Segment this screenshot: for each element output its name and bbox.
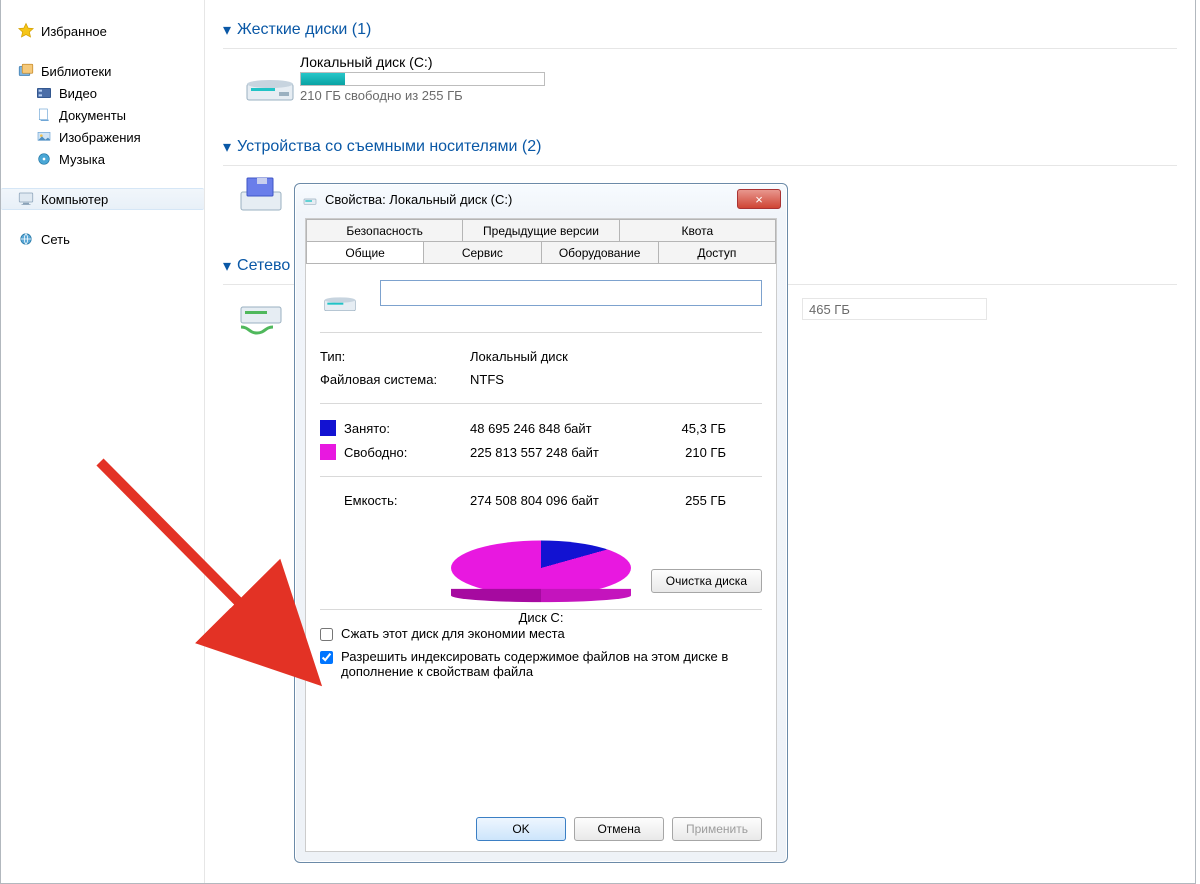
value-gb: 45,3 ГБ [646, 421, 726, 436]
music-icon [35, 150, 53, 168]
ghost-size: 465 ГБ [809, 302, 850, 317]
disk-name-input[interactable] [380, 280, 762, 306]
section-removable[interactable]: ▾ Устройства со съемными носителями (2) [223, 137, 1177, 157]
sidebar-documents[interactable]: Документы [1, 104, 204, 126]
sidebar-label: Компьютер [41, 192, 108, 207]
sidebar-network[interactable]: Сеть [1, 228, 204, 250]
checkbox-compress-row: Сжать этот диск для экономии места [320, 622, 762, 645]
documents-icon [35, 106, 53, 124]
separator [320, 476, 762, 477]
label: Занято: [344, 421, 470, 436]
tabs-container: Безопасность Предыдущие версии Квота Общ… [305, 218, 777, 852]
tab-security[interactable]: Безопасность [306, 219, 463, 241]
pie-label: Диск C: [519, 610, 564, 625]
row-capacity: Емкость: 274 508 804 096 байт 255 ГБ [320, 489, 762, 512]
computer-icon [17, 190, 35, 208]
compress-checkbox[interactable] [320, 628, 333, 641]
kv-type: Тип: Локальный диск [320, 345, 762, 368]
section-title: Устройства со съемными носителями (2) [237, 138, 541, 156]
tab-general-pane: Тип: Локальный диск Файловая система: NT… [306, 263, 776, 851]
sidebar-label: Библиотеки [41, 64, 111, 79]
sidebar-favorites[interactable]: Избранное [1, 20, 204, 42]
label: Файловая система: [320, 372, 470, 387]
tab-row-front: Общие Сервис Оборудование Доступ [306, 241, 776, 263]
tab-access[interactable]: Доступ [659, 241, 776, 263]
properties-dialog: Свойства: Локальный диск (C:) × Безопасн… [294, 183, 788, 863]
label: Свободно: [344, 445, 470, 460]
separator [320, 403, 762, 404]
navigation-sidebar: Избранное Библиотеки Видео Документы [1, 0, 205, 883]
section-hdd[interactable]: ▾ Жесткие диски (1) [223, 20, 1177, 40]
divider [223, 165, 1177, 166]
collapse-icon: ▾ [223, 20, 231, 40]
drive-free-text: 210 ГБ свободно из 255 ГБ [300, 88, 586, 103]
tab-hardware[interactable]: Оборудование [542, 241, 659, 263]
dialog-actions: OK Отмена Применить [476, 817, 762, 841]
video-icon [35, 84, 53, 102]
checkbox-label: Сжать этот диск для экономии места [341, 626, 565, 641]
checkbox-label: Разрешить индексировать содержимое файло… [341, 649, 762, 679]
disk-cleanup-button[interactable]: Очистка диска [651, 569, 762, 593]
tab-service[interactable]: Сервис [424, 241, 541, 263]
close-icon: × [755, 192, 763, 207]
checkbox-index-row: Разрешить индексировать содержимое файло… [320, 645, 762, 683]
sidebar-video[interactable]: Видео [1, 82, 204, 104]
ok-button[interactable]: OK [476, 817, 566, 841]
section-title: Жесткие диски (1) [237, 21, 371, 39]
hdd-icon [320, 280, 360, 320]
value-bytes: 274 508 804 096 байт [470, 493, 646, 508]
close-button[interactable]: × [737, 189, 781, 209]
tab-row-back: Безопасность Предыдущие версии Квота [306, 219, 776, 241]
partial-size-cell: 465 ГБ [802, 298, 987, 320]
label: Тип: [320, 349, 470, 364]
sidebar-label: Изображения [59, 130, 141, 145]
drive-name: Локальный диск (C:) [300, 54, 586, 70]
images-icon [35, 128, 53, 146]
value: Локальный диск [470, 349, 568, 364]
collapse-icon: ▾ [223, 137, 231, 157]
value-gb: 255 ГБ [646, 493, 726, 508]
sidebar-images[interactable]: Изображения [1, 126, 204, 148]
apply-button[interactable]: Применить [672, 817, 762, 841]
separator [320, 332, 762, 333]
used-swatch [320, 420, 336, 436]
sidebar-music[interactable]: Музыка [1, 148, 204, 170]
hdd-icon [301, 190, 319, 208]
star-icon [17, 22, 35, 40]
sidebar-computer[interactable]: Компьютер [1, 188, 204, 210]
index-checkbox[interactable] [320, 651, 333, 664]
cancel-button[interactable]: Отмена [574, 817, 664, 841]
value-bytes: 225 813 557 248 байт [470, 445, 646, 460]
dialog-title: Свойства: Локальный диск (C:) [325, 192, 737, 207]
collapse-icon: ▾ [223, 256, 231, 276]
hdd-icon [240, 54, 300, 114]
floppy-icon [235, 172, 287, 216]
sidebar-label: Видео [59, 86, 97, 101]
tab-quota[interactable]: Квота [620, 219, 776, 241]
libraries-icon [17, 62, 35, 80]
drive-tile-c[interactable]: Локальный диск (C:) 210 ГБ свободно из 2… [235, 49, 591, 119]
value-bytes: 48 695 246 848 байт [470, 421, 646, 436]
kv-filesystem: Файловая система: NTFS [320, 368, 762, 391]
sidebar-label: Документы [59, 108, 126, 123]
sidebar-label: Избранное [41, 24, 107, 39]
row-free: Свободно: 225 813 557 248 байт 210 ГБ [320, 440, 762, 464]
row-used: Занято: 48 695 246 848 байт 45,3 ГБ [320, 416, 762, 440]
value-gb: 210 ГБ [646, 445, 726, 460]
storage-bar [300, 72, 545, 86]
free-swatch [320, 444, 336, 460]
tab-previous-versions[interactable]: Предыдущие версии [463, 219, 619, 241]
sidebar-label: Музыка [59, 152, 105, 167]
sidebar-label: Сеть [41, 232, 70, 247]
label: Емкость: [344, 493, 470, 508]
pie-chart-icon [451, 541, 631, 596]
section-title: Сетево [237, 257, 290, 275]
network-icon [17, 230, 35, 248]
tab-general[interactable]: Общие [306, 241, 424, 263]
sidebar-libraries[interactable]: Библиотеки [1, 60, 204, 82]
dialog-titlebar[interactable]: Свойства: Локальный диск (C:) × [295, 184, 787, 214]
network-drive-icon [235, 291, 287, 335]
value: NTFS [470, 372, 504, 387]
